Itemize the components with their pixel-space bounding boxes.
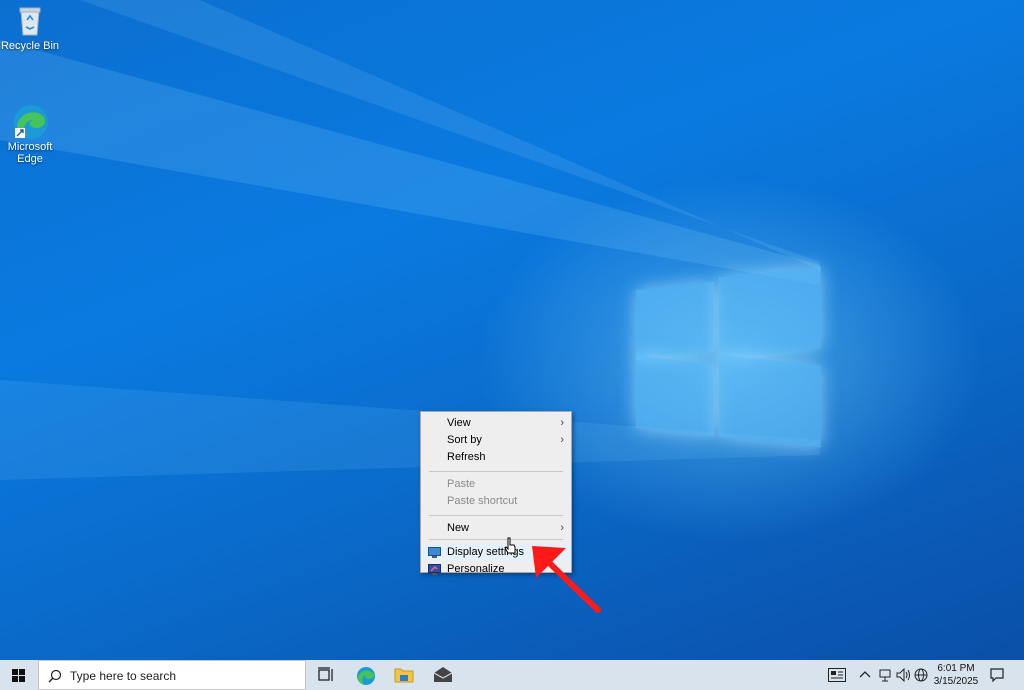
context-menu-view[interactable]: View › (421, 415, 571, 432)
news-icon (828, 668, 846, 682)
desktop[interactable]: Recycle Bin Microsoft Edge View › Sort b… (0, 0, 1024, 660)
notification-icon (990, 668, 1004, 682)
start-button[interactable] (0, 660, 38, 690)
desktop-icon-edge[interactable]: Microsoft Edge (0, 80, 60, 165)
context-menu-paste[interactable]: Paste (421, 476, 571, 493)
action-center-button[interactable] (984, 660, 1010, 690)
context-menu-paste-shortcut[interactable]: Paste shortcut (421, 493, 571, 510)
edge-icon (357, 667, 375, 685)
context-menu-refresh[interactable]: Refresh (421, 449, 571, 466)
hand-cursor-icon (504, 537, 516, 554)
desktop-icon-recycle-bin[interactable]: Recycle Bin (0, 3, 60, 52)
taskbar-clock[interactable]: 6:01 PM 3/15/2025 (930, 662, 982, 688)
tray-volume-button[interactable] (894, 660, 912, 690)
taskbar: Type here to search 6:01 PM 3/15/2025 (0, 660, 1024, 690)
tray-language-button[interactable] (912, 660, 930, 690)
volume-icon (896, 668, 910, 682)
menu-separator (429, 471, 563, 472)
file-explorer-icon (394, 668, 414, 683)
taskbar-file-explorer-button[interactable] (385, 660, 423, 690)
red-annotation-arrow-icon (532, 546, 601, 613)
edge-icon (13, 92, 48, 139)
chevron-up-icon (859, 671, 871, 678)
chevron-right-icon: › (560, 522, 564, 534)
taskbar-search-box[interactable]: Type here to search (38, 660, 306, 690)
search-icon (48, 669, 62, 683)
recycle-bin-icon (13, 3, 47, 37)
task-view-icon (318, 667, 333, 681)
tray-show-hidden-icons[interactable] (856, 660, 874, 690)
tray-news-button[interactable] (826, 660, 848, 690)
menu-separator (429, 539, 563, 540)
taskbar-mail-button[interactable] (424, 660, 462, 690)
tray-network-button[interactable] (876, 660, 894, 690)
desktop-icon-label: Recycle Bin (0, 40, 60, 52)
context-menu-sort-by[interactable]: Sort by › (421, 432, 571, 449)
clock-date: 3/15/2025 (933, 676, 979, 687)
display-settings-icon (428, 547, 441, 558)
menu-separator (429, 515, 563, 516)
network-icon (879, 669, 891, 682)
clock-time: 6:01 PM (937, 663, 975, 674)
desktop-icon-label: Microsoft Edge (7, 141, 53, 165)
search-placeholder: Type here to search (70, 669, 177, 683)
context-menu-new[interactable]: New › (421, 520, 571, 537)
taskbar-edge-button[interactable] (347, 660, 385, 690)
chevron-right-icon: › (560, 434, 564, 446)
personalize-icon (428, 564, 441, 575)
chevron-right-icon: › (560, 417, 564, 429)
windows-start-icon (12, 669, 25, 682)
windows-wallpaper-logo (636, 262, 822, 452)
task-view-button[interactable] (308, 660, 346, 690)
globe-icon (914, 668, 928, 682)
mail-icon (433, 667, 453, 682)
